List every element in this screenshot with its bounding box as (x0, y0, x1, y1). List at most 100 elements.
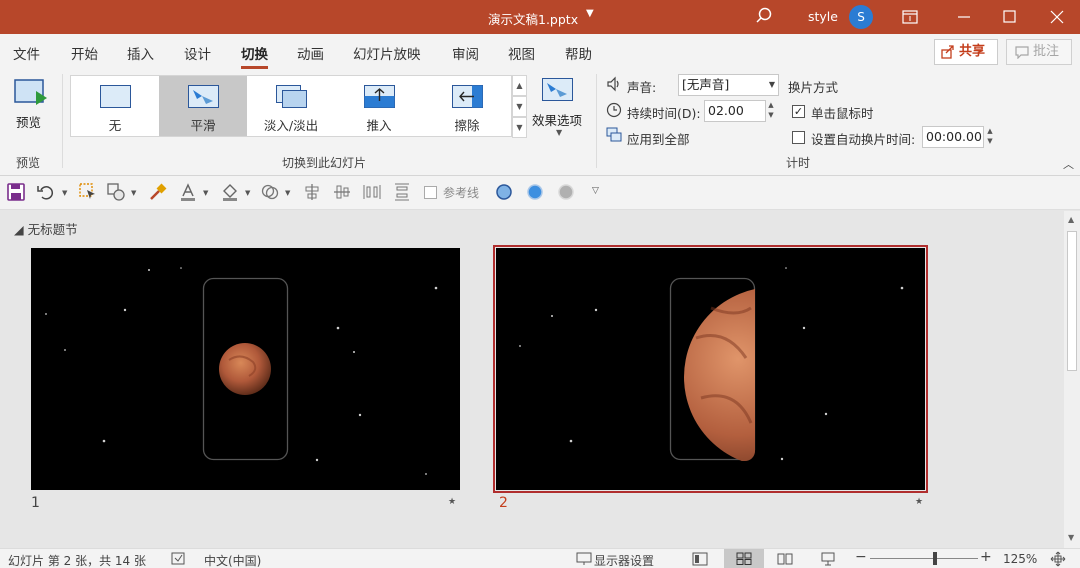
minimize-icon[interactable] (941, 0, 987, 34)
scroll-down-icon[interactable]: ▼ (1068, 533, 1074, 542)
gallery-scroll-down-icon[interactable]: ▼ (512, 96, 527, 117)
format-painter-icon[interactable] (148, 182, 168, 202)
tab-design[interactable]: 设计 (184, 43, 211, 63)
user-name[interactable]: style (808, 9, 838, 24)
gallery-scroll-up-icon[interactable]: ▲ (512, 75, 527, 96)
comment-icon (1015, 46, 1029, 59)
fill-color-icon[interactable] (220, 182, 240, 202)
transition-wipe[interactable]: 擦除 (423, 76, 511, 136)
transition-label: 擦除 (454, 118, 480, 133)
zoom-in-icon[interactable]: + (980, 549, 992, 565)
tab-review[interactable]: 审阅 (452, 43, 479, 63)
sound-icon (607, 76, 619, 92)
transition-label: 推入 (366, 118, 392, 133)
tab-file[interactable]: 文件 (13, 43, 40, 63)
select-icon[interactable] (78, 182, 98, 202)
ribbon-display-options-icon[interactable] (887, 0, 933, 34)
preview-icon (14, 79, 47, 105)
shape-style-blue-filled-icon[interactable] (525, 182, 545, 202)
shapes-dropdown-icon[interactable]: ▼ (131, 189, 136, 197)
apply-to-all-icon (606, 127, 622, 142)
undo-icon[interactable] (36, 182, 56, 202)
tab-view[interactable]: 视图 (508, 43, 535, 63)
transition-morph[interactable]: 平滑 (159, 76, 247, 136)
display-settings-icon (576, 552, 592, 565)
effect-options-button[interactable]: 效果选项 ▼ (530, 76, 588, 142)
group-divider (596, 74, 597, 168)
fade-transition-icon (276, 85, 307, 108)
scrollbar-thumb[interactable] (1067, 231, 1077, 371)
shapes-icon[interactable] (106, 182, 126, 202)
tab-slideshow[interactable]: 幻灯片放映 (353, 43, 421, 63)
apply-to-all-button[interactable]: 应用到全部 (627, 129, 690, 148)
undo-dropdown-icon[interactable]: ▼ (62, 189, 67, 197)
tab-insert[interactable]: 插入 (127, 43, 154, 63)
section-title: 无标题节 (27, 222, 78, 237)
zoom-slider-thumb[interactable] (933, 552, 937, 565)
scroll-up-icon[interactable]: ▲ (1068, 215, 1074, 224)
quick-access-toolbar: ▼ ▼ ▼ ▼ ▼ 参考线 ▽ (0, 176, 1080, 210)
fill-color-dropdown-icon[interactable]: ▼ (245, 189, 250, 197)
display-settings-button[interactable]: 显示器设置 (594, 552, 654, 568)
shape-style-gray-icon[interactable] (556, 182, 576, 202)
maximize-icon[interactable] (987, 0, 1033, 34)
share-button[interactable]: 共享 (934, 39, 998, 65)
transition-none[interactable]: 无 (71, 76, 159, 136)
title-bar: 演示文稿1.pptx ▼ style S (0, 0, 1080, 34)
after-time-stepper[interactable]: ▲ ▼ (983, 126, 997, 148)
on-mouse-click-label: 单击鼠标时 (811, 106, 874, 121)
fit-to-window-icon[interactable] (1050, 551, 1066, 567)
title-dropdown-icon[interactable]: ▼ (586, 8, 594, 19)
align-middle-icon[interactable] (332, 182, 352, 202)
search-icon[interactable] (754, 6, 774, 26)
after-time-checkbox[interactable] (792, 131, 805, 144)
avatar[interactable]: S (849, 5, 873, 29)
comments-button[interactable]: 批注 (1006, 39, 1072, 65)
merge-shapes-dropdown-icon[interactable]: ▼ (285, 189, 290, 197)
slide-sorter-icon (736, 552, 752, 565)
tab-animations[interactable]: 动画 (297, 43, 324, 63)
chevron-down-icon: ▼ (768, 80, 775, 89)
font-color-icon[interactable] (178, 182, 198, 202)
slideshow-view-icon[interactable] (820, 552, 836, 566)
zoom-out-icon[interactable]: − (855, 549, 867, 565)
guides-checkbox[interactable] (424, 186, 437, 199)
distribute-vertically-icon[interactable] (392, 182, 412, 202)
slide-2-image (519, 267, 904, 461)
duration-stepper[interactable]: ▲ ▼ (764, 100, 778, 122)
sound-dropdown[interactable]: [无声音] ▼ (678, 74, 779, 96)
none-transition-icon (100, 85, 131, 108)
transition-push[interactable]: 推入 (335, 76, 423, 136)
reading-view-icon[interactable] (777, 552, 793, 566)
slide-thumbnail-1[interactable] (31, 248, 460, 490)
on-mouse-click-checkbox[interactable]: ✓ (792, 105, 805, 118)
tab-help[interactable]: 帮助 (565, 43, 592, 63)
align-center-icon[interactable] (302, 182, 322, 202)
font-color-dropdown-icon[interactable]: ▼ (203, 189, 208, 197)
slide-sorter-view-button[interactable] (724, 549, 764, 568)
close-icon[interactable] (1034, 0, 1080, 34)
zoom-level[interactable]: 125% (1003, 552, 1037, 566)
tab-home[interactable]: 开始 (71, 43, 98, 63)
tab-transitions[interactable]: 切换 (241, 43, 268, 69)
duration-input[interactable]: 02.00 (704, 100, 766, 122)
save-icon[interactable] (6, 182, 26, 202)
collapse-ribbon-icon[interactable]: ︿ (1063, 156, 1074, 172)
after-time-input[interactable]: 00:00.00 (922, 126, 984, 148)
accessibility-icon[interactable] (171, 552, 186, 566)
slide-number-2: 2 (499, 495, 508, 511)
transition-fade[interactable]: 淡入/淡出 (247, 76, 335, 136)
shape-style-blue-icon[interactable] (494, 182, 514, 202)
distribute-horizontally-icon[interactable] (362, 182, 382, 202)
language-indicator[interactable]: 中文(中国) (204, 552, 261, 568)
customize-toolbar-icon[interactable]: ▽ (592, 186, 599, 196)
zoom-slider[interactable] (870, 558, 978, 559)
gallery-more-icon[interactable]: ▼ (512, 117, 527, 138)
preview-button[interactable]: 预览 (10, 76, 50, 132)
normal-view-icon[interactable] (692, 552, 708, 566)
merge-shapes-icon[interactable] (260, 182, 280, 202)
vertical-scrollbar[interactable]: ▲ ▼ (1064, 211, 1080, 548)
transition-label: 无 (108, 118, 122, 133)
slide-thumbnail-2[interactable] (493, 245, 928, 493)
section-header[interactable]: ◢ 无标题节 (14, 219, 78, 238)
